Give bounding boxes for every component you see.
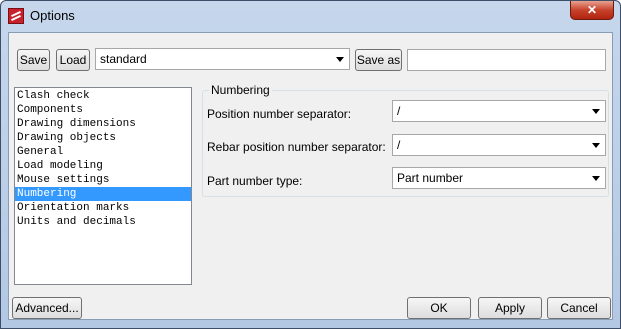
chevron-down-icon bbox=[592, 176, 600, 181]
category-item[interactable]: Clash check bbox=[15, 89, 191, 103]
category-item[interactable]: Units and decimals bbox=[15, 215, 191, 229]
chevron-down-icon bbox=[592, 109, 600, 114]
profile-select[interactable]: standard bbox=[95, 48, 350, 70]
rebar-separator-label: Rebar position number separator: bbox=[207, 140, 386, 154]
category-item[interactable]: Orientation marks bbox=[15, 201, 191, 215]
app-logo-icon bbox=[8, 8, 24, 24]
profile-select-value: standard bbox=[100, 52, 147, 66]
save-button[interactable]: Save bbox=[17, 49, 50, 71]
cancel-button[interactable]: Cancel bbox=[547, 297, 611, 319]
close-icon: ✕ bbox=[586, 3, 598, 17]
close-button[interactable]: ✕ bbox=[570, 1, 614, 20]
category-item[interactable]: Mouse settings bbox=[15, 173, 191, 187]
ok-button[interactable]: OK bbox=[407, 297, 471, 319]
part-number-type-value: Part number bbox=[397, 171, 464, 185]
category-item[interactable]: Drawing dimensions bbox=[15, 117, 191, 131]
numbering-group-title: Numbering bbox=[209, 83, 272, 97]
save-as-name-input[interactable] bbox=[407, 49, 606, 71]
chevron-down-icon bbox=[592, 143, 600, 148]
category-item[interactable]: Load modeling bbox=[15, 159, 191, 173]
position-separator-select[interactable]: / bbox=[392, 100, 606, 122]
dialog-client-area: Save Load standard Save as Clash check Co… bbox=[8, 32, 613, 320]
position-separator-value: / bbox=[397, 104, 401, 118]
window-title: Options bbox=[30, 8, 75, 23]
save-as-button[interactable]: Save as bbox=[355, 49, 402, 71]
load-button[interactable]: Load bbox=[56, 49, 90, 71]
rebar-separator-select[interactable]: / bbox=[392, 134, 606, 156]
rebar-separator-value: / bbox=[397, 138, 401, 152]
category-list[interactable]: Clash check Components Drawing dimensions D… bbox=[14, 87, 192, 285]
options-window: Options ✕ Save Load standard Save as Cla… bbox=[0, 0, 621, 329]
part-number-type-select[interactable]: Part number bbox=[392, 167, 606, 189]
category-item[interactable]: General bbox=[15, 145, 191, 159]
category-item[interactable]: Components bbox=[15, 103, 191, 117]
part-number-type-label: Part number type: bbox=[207, 174, 303, 188]
title-bar[interactable]: Options ✕ bbox=[1, 1, 620, 31]
category-item[interactable]: Numbering bbox=[15, 187, 191, 201]
advanced-button[interactable]: Advanced... bbox=[12, 297, 82, 319]
apply-button[interactable]: Apply bbox=[478, 297, 542, 319]
position-separator-label: Position number separator: bbox=[207, 107, 352, 121]
chevron-down-icon bbox=[336, 57, 344, 62]
category-item[interactable]: Drawing objects bbox=[15, 131, 191, 145]
